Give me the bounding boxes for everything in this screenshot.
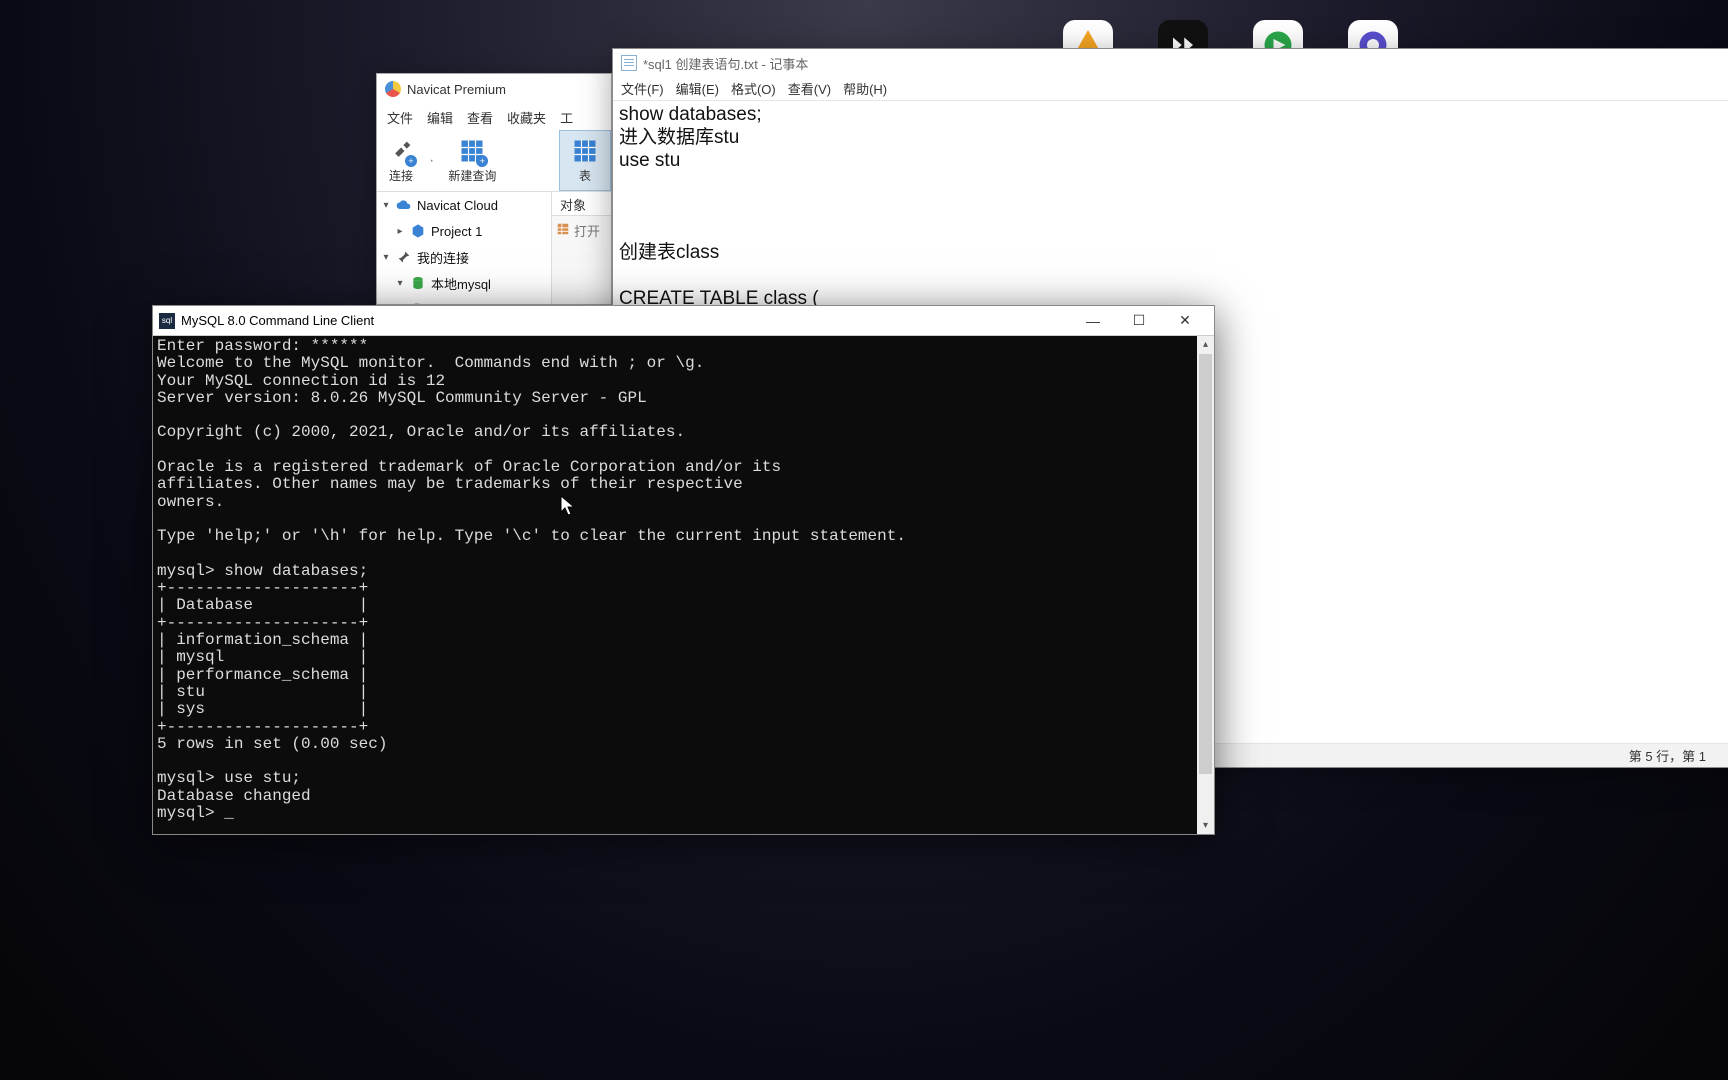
tree-my-connection[interactable]: ▾ 我的连接 [377, 244, 551, 270]
tree-local-mysql[interactable]: ▾ 本地mysql [377, 270, 551, 296]
chevron-down-icon: ▾ [381, 200, 391, 211]
navicat-title-text: Navicat Premium [407, 82, 506, 97]
open-label: 打开 [574, 221, 600, 240]
menu-edit[interactable]: 编辑 [427, 108, 453, 127]
menu-file[interactable]: 文件 [387, 108, 413, 127]
menu-format[interactable]: 格式(O) [731, 79, 776, 98]
tree-information-schema[interactable]: information_schema [377, 296, 551, 304]
menu-view[interactable]: 查看 [467, 108, 493, 127]
navicat-toolbar: + 连接 · + 新建查询 表 [377, 130, 611, 192]
tree-label: information_schema [430, 303, 529, 304]
grid-icon: + [458, 137, 486, 165]
tree-navicat-cloud[interactable]: ▾ Navicat Cloud [377, 192, 551, 218]
plug-icon: + [387, 137, 415, 165]
cursor-position: 第 5 行，第 1 [1629, 746, 1706, 765]
plus-badge-icon: + [476, 155, 488, 167]
navicat-titlebar[interactable]: Navicat Premium [377, 74, 611, 104]
minimize-button[interactable]: — [1070, 306, 1116, 336]
chevron-right-icon: ▸ [395, 226, 405, 237]
mouse-cursor-icon [560, 495, 576, 519]
hexagon-icon [410, 223, 426, 239]
open-button[interactable]: 打开 [552, 216, 611, 244]
toolbar-new-query-button[interactable]: + 新建查询 [438, 130, 506, 191]
terminal-scrollbar[interactable]: ▴ ▾ [1197, 336, 1214, 834]
notepad-titlebar[interactable]: *sql1 创建表语句.txt - 记事本 [613, 49, 1728, 77]
menu-tools[interactable]: 工 [560, 108, 573, 127]
database-icon [409, 301, 425, 304]
toolbar-table-label: 表 [579, 167, 591, 184]
scroll-up-icon[interactable]: ▴ [1197, 336, 1214, 353]
terminal-title-text: MySQL 8.0 Command Line Client [181, 313, 374, 328]
scrollbar-thumb[interactable] [1199, 354, 1212, 774]
menu-view[interactable]: 查看(V) [788, 79, 831, 98]
tree-label: Navicat Cloud [417, 198, 498, 213]
navicat-menubar: 文件 编辑 查看 收藏夹 工 [377, 104, 611, 130]
menu-help[interactable]: 帮助(H) [843, 79, 887, 98]
close-button[interactable]: ✕ [1162, 306, 1208, 336]
tree-project1[interactable]: ▸ Project 1 [377, 218, 551, 244]
menu-edit[interactable]: 编辑(E) [676, 79, 719, 98]
notepad-menubar: 文件(F) 编辑(E) 格式(O) 查看(V) 帮助(H) [613, 77, 1728, 101]
table-icon [571, 137, 599, 165]
navicat-tree[interactable]: ▾ Navicat Cloud ▸ Project 1 ▾ 我的连接 ▾ [377, 192, 552, 304]
toolbar-connect-button[interactable]: + 连接 [377, 130, 425, 191]
tab-objects[interactable]: 对象 [552, 192, 611, 216]
navicat-object-panel: 对象 打开 [552, 192, 611, 304]
plus-badge-icon: + [405, 155, 417, 167]
toolbar-connect-label: 连接 [389, 167, 413, 184]
table-small-icon [556, 222, 570, 239]
chevron-down-icon: ▾ [395, 278, 405, 289]
menu-file[interactable]: 文件(F) [621, 79, 664, 98]
toolbar-new-query-label: 新建查询 [448, 167, 496, 184]
terminal-app-icon: sql [159, 313, 175, 329]
cloud-icon [396, 197, 412, 213]
navicat-window: Navicat Premium 文件 编辑 查看 收藏夹 工 + 连接 · + [376, 73, 612, 305]
pin-icon [396, 249, 412, 265]
chevron-down-icon: ▾ [381, 252, 391, 263]
terminal-output[interactable]: Enter password: ****** Welcome to the My… [153, 336, 1214, 834]
scroll-down-icon[interactable]: ▾ [1197, 817, 1214, 834]
navicat-logo-icon [385, 81, 401, 97]
notepad-title-text: *sql1 创建表语句.txt - 记事本 [643, 54, 808, 73]
toolbar-separator: · [425, 152, 438, 170]
mysql-terminal-window: sql MySQL 8.0 Command Line Client — ☐ ✕ … [152, 305, 1215, 835]
desktop-background: Navicat Premium 文件 编辑 查看 收藏夹 工 + 连接 · + [0, 0, 1728, 1080]
tree-label: 我的连接 [417, 248, 469, 267]
toolbar-table-button[interactable]: 表 [559, 130, 611, 191]
maximize-button[interactable]: ☐ [1116, 306, 1162, 336]
tree-label: Project 1 [431, 224, 482, 239]
database-icon [410, 275, 426, 291]
terminal-titlebar[interactable]: sql MySQL 8.0 Command Line Client — ☐ ✕ [153, 306, 1214, 336]
notepad-icon [621, 55, 637, 71]
tree-label: 本地mysql [431, 274, 491, 293]
menu-favorites[interactable]: 收藏夹 [507, 108, 546, 127]
